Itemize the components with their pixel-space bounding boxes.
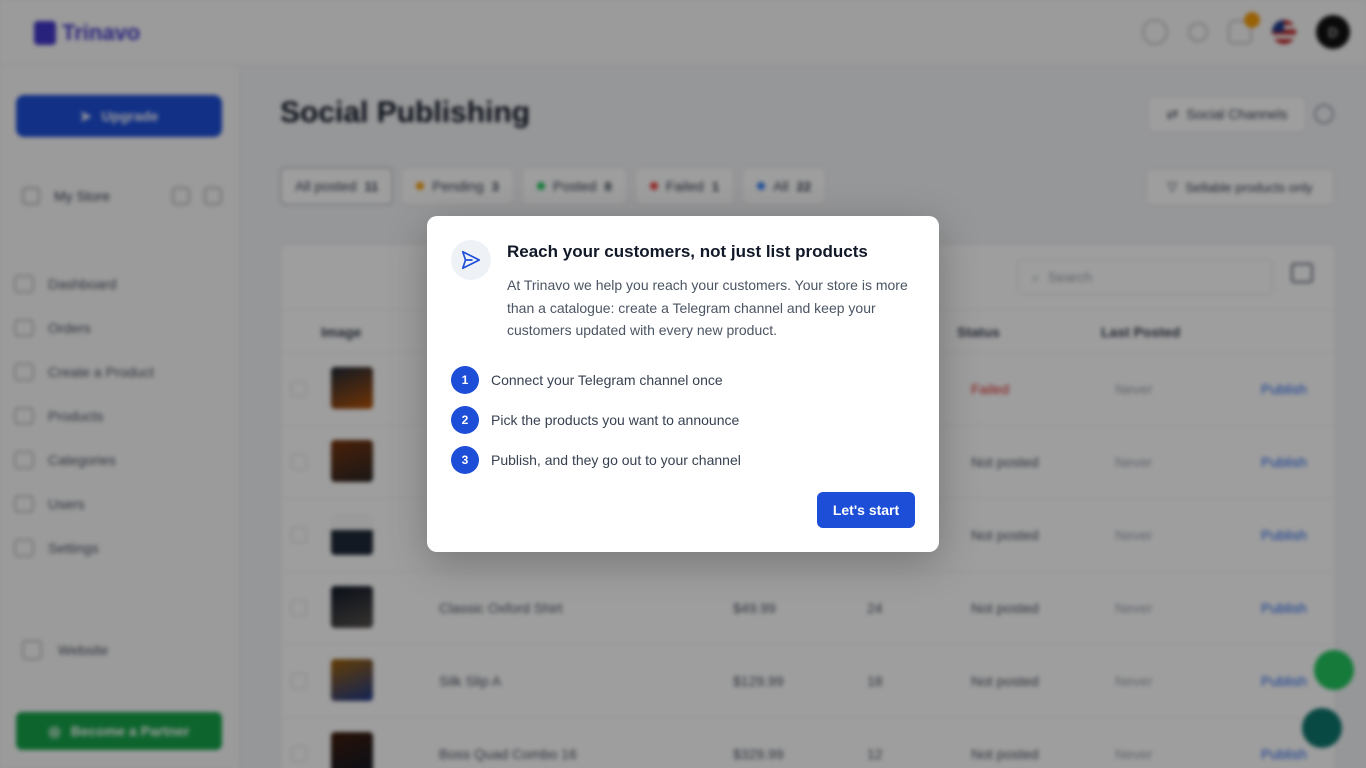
step-number: 2	[451, 406, 479, 434]
step-number: 3	[451, 446, 479, 474]
step-item: 1 Connect your Telegram channel once	[451, 360, 741, 400]
onboarding-dialog: Reach your customers, not just list prod…	[427, 216, 939, 552]
lets-start-button[interactable]: Let's start	[817, 492, 915, 528]
steps-list: 1 Connect your Telegram channel once 2 P…	[451, 360, 741, 480]
step-text: Publish, and they go out to your channel	[491, 452, 741, 468]
dialog-description: At Trinavo we help you reach your custom…	[507, 277, 908, 338]
step-item: 2 Pick the products you want to announce	[451, 400, 741, 440]
dialog-title: Reach your customers, not just list prod…	[507, 242, 868, 261]
send-icon	[451, 240, 491, 280]
step-text: Pick the products you want to announce	[491, 412, 740, 428]
step-text: Connect your Telegram channel once	[491, 372, 723, 388]
step-item: 3 Publish, and they go out to your chann…	[451, 440, 741, 480]
step-number: 1	[451, 366, 479, 394]
